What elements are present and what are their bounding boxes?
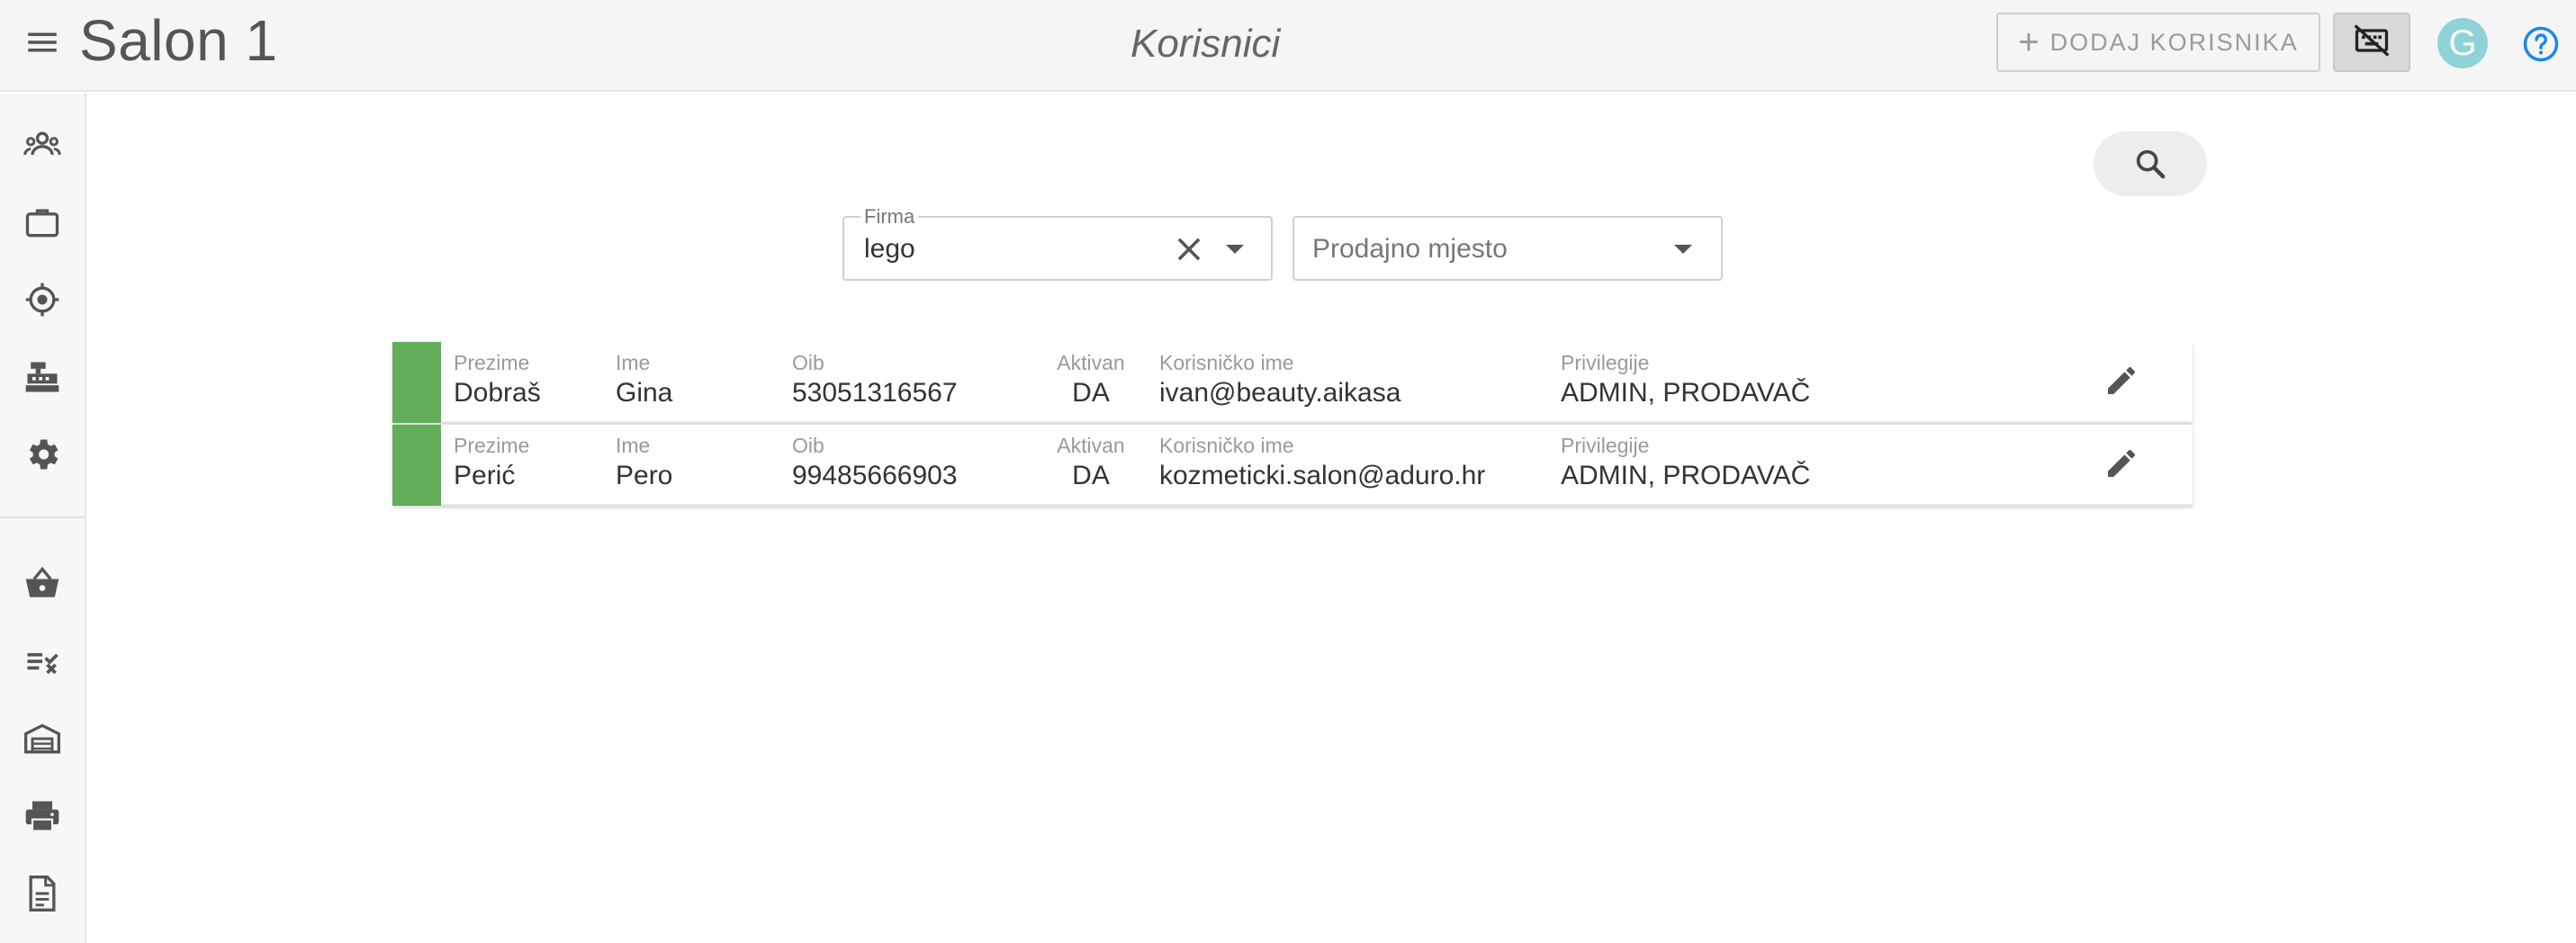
- warehouse-icon: [24, 723, 60, 754]
- cell-oib: Oib 53051316567: [792, 351, 958, 408]
- sidebar-item-briefcase[interactable]: [20, 200, 65, 245]
- edit-button[interactable]: [2101, 443, 2142, 484]
- app-title: Salon 1: [79, 8, 278, 73]
- firma-value: lego: [864, 234, 915, 264]
- sidebar-item-warehouse[interactable]: [20, 716, 65, 761]
- cell-ime: Ime Pero: [616, 434, 673, 490]
- sidebar: [0, 94, 86, 943]
- sidebar-divider: [0, 516, 85, 518]
- cell-aktivan: Aktivan DA: [1057, 434, 1125, 490]
- sidebar-item-settings[interactable]: [20, 432, 65, 477]
- cell-prezime: Prezime Dobraš: [454, 351, 541, 408]
- sidebar-item-users[interactable]: [20, 122, 65, 167]
- prodajno-mjesto-select[interactable]: Prodajno mjesto: [1293, 216, 1723, 281]
- plus-icon: +: [2018, 22, 2041, 62]
- sidebar-item-cash-register[interactable]: [20, 355, 65, 400]
- cell-oib: Oib 99485666903: [792, 434, 958, 490]
- page-title: Korisnici: [1130, 22, 1281, 66]
- sidebar-item-location[interactable]: [20, 277, 65, 322]
- location-icon: [25, 283, 59, 317]
- document-icon: [29, 876, 56, 912]
- settings-icon: [29, 439, 59, 470]
- clear-icon[interactable]: [1172, 232, 1206, 266]
- checklist-icon: [27, 652, 59, 675]
- cell-ime: Ime Gina: [616, 351, 673, 408]
- search-icon: [2136, 149, 2166, 179]
- status-bar: [392, 425, 441, 506]
- top-app-bar: Salon 1 Korisnici + DODAJ KORISNIKA G: [0, 0, 2576, 92]
- add-user-button[interactable]: + DODAJ KORISNIKA: [1996, 13, 2320, 72]
- keyboard-off-icon: [2352, 21, 2391, 65]
- help-icon[interactable]: [2522, 25, 2560, 63]
- edit-button[interactable]: [2101, 360, 2142, 401]
- cell-korisnicko-ime: Korisničko ime ivan@beauty.aikasa: [1159, 351, 1401, 408]
- users-icon: [23, 131, 61, 156]
- cell-privilegije: Privilegije ADMIN, PRODAVAČ: [1561, 351, 1811, 408]
- firma-label: Firma: [860, 205, 919, 229]
- basket-icon: [25, 566, 59, 597]
- prodajno-mjesto-dropdown-icon[interactable]: [1674, 245, 1692, 254]
- printer-icon: [25, 801, 59, 832]
- table-row[interactable]: Prezime Dobraš Ime Gina Oib 53051316567 Akt…: [392, 342, 2193, 423]
- keyboard-off-button[interactable]: [2333, 13, 2410, 72]
- briefcase-icon: [25, 209, 59, 238]
- cell-aktivan: Aktivan DA: [1057, 351, 1125, 408]
- sidebar-item-printer[interactable]: [20, 794, 65, 839]
- pencil-icon: [2108, 366, 2135, 394]
- sidebar-item-basket[interactable]: [20, 561, 65, 606]
- users-table: Prezime Dobraš Ime Gina Oib 53051316567 Akt…: [392, 342, 2193, 507]
- pencil-icon: [2108, 449, 2135, 477]
- menu-icon[interactable]: [23, 23, 61, 61]
- cell-prezime: Prezime Perić: [454, 434, 530, 490]
- status-bar: [392, 342, 441, 423]
- search-button[interactable]: [2094, 131, 2207, 196]
- sidebar-item-document[interactable]: [20, 871, 65, 916]
- table-row[interactable]: Prezime Perić Ime Pero Oib 99485666903 Akti…: [392, 425, 2193, 506]
- cash-register-icon: [25, 362, 59, 392]
- prodajno-mjesto-placeholder: Prodajno mjesto: [1312, 234, 1508, 264]
- cell-privilegije: Privilegije ADMIN, PRODAVAČ: [1561, 434, 1811, 490]
- firma-select[interactable]: Firma lego: [842, 205, 1273, 281]
- user-avatar[interactable]: G: [2437, 18, 2488, 68]
- firma-dropdown-icon[interactable]: [1226, 245, 1244, 254]
- cell-korisnicko-ime: Korisničko ime kozmeticki.salon@aduro.hr: [1159, 434, 1486, 490]
- sidebar-item-checklist[interactable]: [20, 639, 65, 684]
- add-user-label: DODAJ KORISNIKA: [2049, 28, 2299, 56]
